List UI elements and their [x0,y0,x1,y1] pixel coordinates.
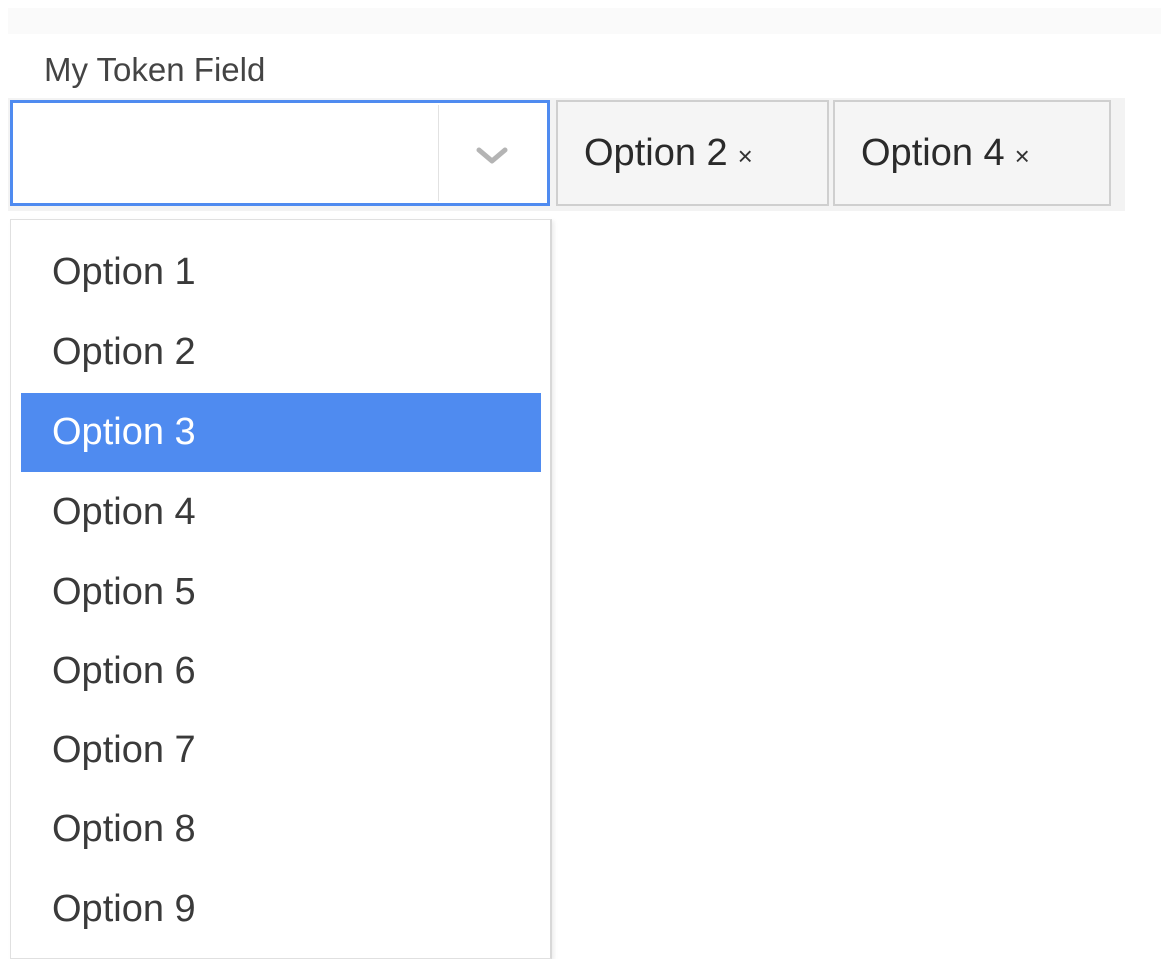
remove-token-icon[interactable]: × [738,141,753,171]
token-combobox[interactable] [10,100,550,206]
token-input[interactable] [13,103,438,203]
option-item[interactable]: Option 5 [21,553,541,632]
dropdown-toggle-button[interactable] [439,103,547,203]
option-item[interactable]: Option 7 [21,711,541,790]
option-item[interactable]: Option 8 [21,790,541,869]
remove-token-icon[interactable]: × [1015,141,1030,171]
option-item[interactable]: Option 2 [21,313,541,392]
option-item[interactable]: Option 4 [21,473,541,552]
token-label: Option 4 [861,132,1005,174]
option-item-highlighted[interactable]: Option 3 [21,393,541,472]
option-item[interactable]: Option 9 [21,870,541,949]
token-option-2[interactable]: Option 2 × [556,100,829,206]
field-label: My Token Field [44,51,266,88]
token-option-4[interactable]: Option 4 × [833,100,1111,206]
top-band [8,8,1161,34]
options-listbox[interactable]: Option 1 Option 2 Option 3 Option 4 Opti… [10,219,552,959]
chevron-down-icon [476,147,508,164]
token-label: Option 2 [584,132,728,174]
option-item[interactable]: Option 6 [21,632,541,711]
option-item[interactable]: Option 1 [21,233,541,312]
